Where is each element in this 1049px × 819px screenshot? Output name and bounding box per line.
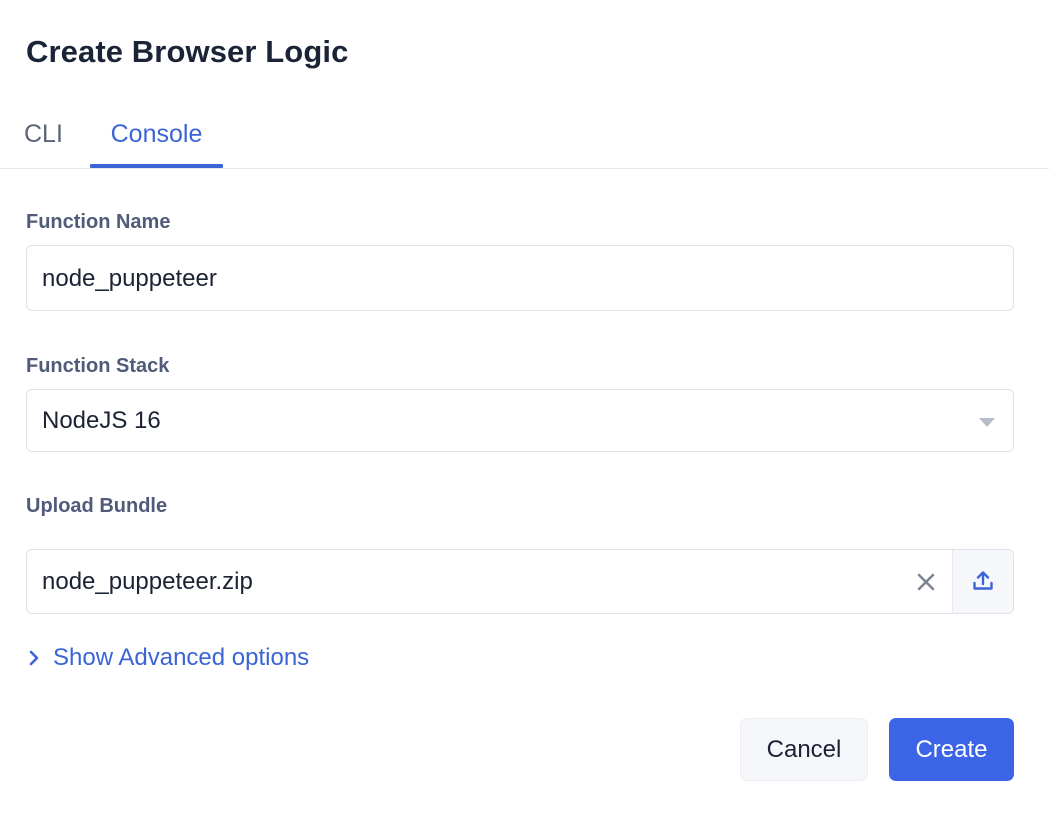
show-advanced-options-label: Show Advanced options <box>53 644 310 671</box>
close-icon[interactable] <box>911 567 941 597</box>
function-stack-label: Function Stack <box>26 355 170 377</box>
tab-console[interactable]: Console <box>90 108 223 168</box>
upload-icon <box>973 571 993 590</box>
create-button[interactable]: Create <box>889 718 1014 781</box>
caret-down-icon <box>979 418 995 427</box>
cancel-button[interactable]: Cancel <box>740 718 868 781</box>
tab-bar: CLI Console <box>0 108 1049 169</box>
tab-cli[interactable]: CLI <box>24 108 63 168</box>
upload-bundle-label: Upload Bundle <box>26 495 168 517</box>
function-name-value: node_puppeteer <box>42 265 217 292</box>
chevron-right-icon <box>29 650 39 666</box>
function-stack-select[interactable]: NodeJS 16 <box>26 389 1014 452</box>
dialog-title: Create Browser Logic <box>26 34 349 69</box>
upload-bundle-filename: node_puppeteer.zip <box>42 568 253 595</box>
function-stack-value: NodeJS 16 <box>42 407 161 434</box>
show-advanced-options-link[interactable]: Show Advanced options <box>26 644 309 672</box>
active-tab-indicator <box>90 164 223 168</box>
upload-bundle-field[interactable]: node_puppeteer.zip <box>26 549 1014 614</box>
upload-button[interactable] <box>952 550 1013 613</box>
function-name-label: Function Name <box>26 211 171 233</box>
function-name-input[interactable]: node_puppeteer <box>26 245 1014 311</box>
